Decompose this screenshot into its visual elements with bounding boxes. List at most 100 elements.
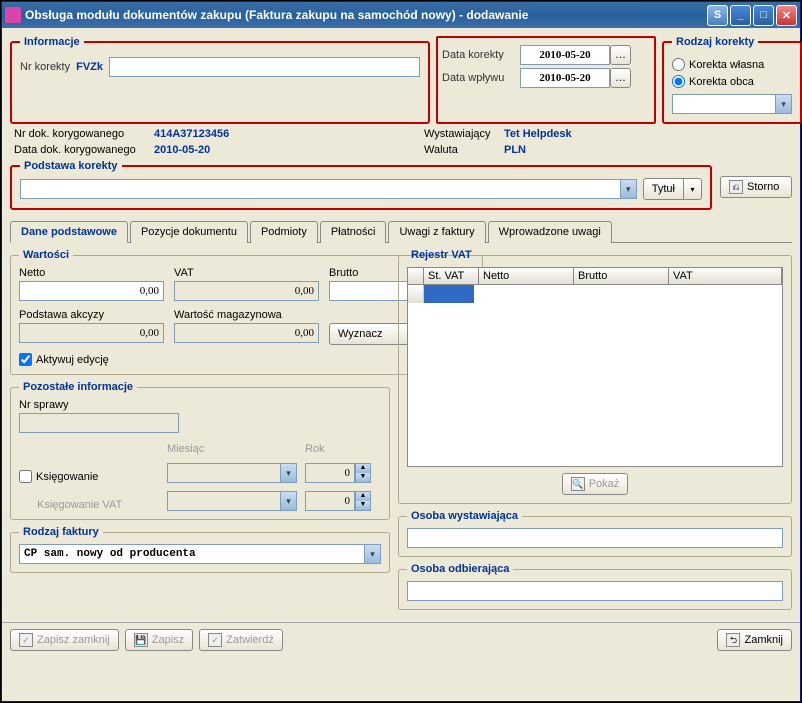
aktywuj-edycje-label: Aktywuj edycję	[36, 354, 109, 366]
pozostale-legend: Pozostałe informacje	[19, 381, 137, 393]
waluta-value: PLN	[504, 144, 526, 156]
netto-label: Netto	[19, 267, 164, 279]
vat-selected-cell[interactable]	[424, 285, 474, 303]
data-dok-label: Data dok. korygowanego	[14, 144, 154, 156]
vat-grid[interactable]: St. VAT Netto Brutto VAT	[407, 267, 783, 467]
rok-label: Rok	[305, 443, 375, 455]
spinner-up-icon: ▲	[356, 492, 370, 501]
nr-dok-value: 414A37123456	[154, 128, 229, 140]
close-icon: ⮌	[726, 633, 740, 647]
tab-podmioty[interactable]: Podmioty	[250, 221, 318, 243]
zapisz-zamknij-button: ✓ Zapisz zamknij	[10, 629, 119, 651]
tab-dane-podstawowe[interactable]: Dane podstawowe	[10, 221, 128, 243]
data-wplywu-picker-button[interactable]: …	[610, 68, 631, 88]
daty-group: Data korekty … Data wpływu …	[436, 36, 656, 124]
ksiegowanie-vat-label: Księgowanie VAT	[19, 499, 159, 511]
tab-bar: Dane podstawowe Pozycje dokumentu Podmio…	[10, 220, 792, 243]
netto-input[interactable]	[19, 281, 164, 301]
informacje-legend: Informacje	[20, 36, 84, 48]
magnifier-icon: 🔍	[571, 477, 585, 491]
nr-korekty-label: Nr korekty	[20, 61, 70, 73]
s-button[interactable]: S	[707, 5, 728, 26]
spinner-down-icon: ▼	[356, 501, 370, 510]
zamknij-button[interactable]: ⮌ Zamknij	[717, 629, 792, 651]
pozostale-group: Pozostałe informacje Nr sprawy Miesiąc R…	[10, 381, 390, 520]
close-button[interactable]: ✕	[776, 5, 797, 26]
rodzaj-korekty-group: Rodzaj korekty Korekta własna Korekta ob…	[662, 36, 802, 124]
data-wplywu-label: Data wpływu	[442, 72, 514, 84]
chevron-down-icon	[620, 180, 636, 198]
vat-col-vat[interactable]: VAT	[669, 268, 782, 284]
tytul-button[interactable]: Tytuł	[643, 178, 684, 200]
informacje-group: Informacje Nr korekty FVZk	[10, 36, 430, 124]
tab-platnosci[interactable]: Płatności	[320, 221, 387, 243]
ksiegowanie-label: Księgowanie	[36, 471, 98, 483]
podstawa-akcyzy-input	[19, 323, 164, 343]
nr-sprawy-input	[19, 413, 179, 433]
podstawa-dropdown[interactable]	[20, 179, 637, 199]
wartosci-legend: Wartości	[19, 249, 73, 261]
vat-input	[174, 281, 319, 301]
miesiac1-dropdown	[167, 463, 297, 483]
rodzaj-korekty-legend: Rodzaj korekty	[672, 36, 758, 48]
data-korekty-picker-button[interactable]: …	[610, 45, 631, 65]
rok1-spinner: ▲▼	[305, 463, 375, 483]
vat-col-stvat[interactable]: St. VAT	[424, 268, 479, 284]
data-dok-value: 2010-05-20	[154, 144, 210, 156]
aktywuj-edycje-checkbox[interactable]	[19, 353, 32, 366]
waluta-label: Waluta	[424, 144, 504, 156]
minimize-button[interactable]: _	[730, 5, 751, 26]
rejestr-vat-group: Rejestr VAT St. VAT Netto Brutto VAT	[398, 249, 792, 504]
rodzaj-korekty-dropdown[interactable]	[672, 94, 792, 114]
approve-icon: ✓	[208, 633, 222, 647]
tytul-dropdown-button[interactable]	[684, 178, 702, 200]
ksiegowanie-checkbox[interactable]	[19, 470, 32, 483]
osoba-wystawiajaca-group: Osoba wystawiająca	[398, 510, 792, 557]
wartosc-magazynowa-input	[174, 323, 319, 343]
osoba-wystawiajaca-input[interactable]	[407, 528, 783, 548]
podstawa-legend: Podstawa korekty	[20, 160, 122, 172]
rodzaj-faktury-group: Rodzaj faktury CP sam. nowy od producent…	[10, 526, 390, 573]
rodzaj-faktury-legend: Rodzaj faktury	[19, 526, 103, 538]
rejestr-vat-legend: Rejestr VAT	[407, 249, 476, 261]
tab-pozycje-dokumentu[interactable]: Pozycje dokumentu	[130, 221, 248, 243]
vat-col-rowheader	[408, 268, 424, 284]
app-icon	[5, 7, 21, 23]
maximize-button[interactable]: □	[753, 5, 774, 26]
nr-korekty-prefix: FVZk	[76, 61, 103, 73]
data-korekty-label: Data korekty	[442, 49, 514, 61]
window-title: Obsługa modułu dokumentów zakupu (Faktur…	[25, 8, 705, 22]
osoba-wyst-legend: Osoba wystawiająca	[407, 510, 522, 522]
vat-col-brutto[interactable]: Brutto	[574, 268, 669, 284]
tab-wprowadzone-uwagi[interactable]: Wprowadzone uwagi	[488, 221, 612, 243]
wartosc-magazynowa-label: Wartość magazynowa	[174, 309, 319, 321]
storno-button[interactable]: ⎌ Storno	[720, 176, 792, 198]
spinner-down-icon: ▼	[356, 473, 370, 482]
data-korekty-input[interactable]	[520, 45, 610, 65]
osoba-odbierajaca-group: Osoba odbierająca	[398, 563, 792, 610]
storno-icon: ⎌	[729, 180, 743, 194]
rodzaj-faktury-value: CP sam. nowy od producenta	[20, 548, 200, 560]
wystawiajacy-label: Wystawiający	[424, 128, 504, 140]
data-wplywu-input[interactable]	[520, 68, 610, 88]
miesiac-label: Miesiąc	[167, 443, 297, 455]
rodzaj-faktury-dropdown[interactable]: CP sam. nowy od producenta	[19, 544, 381, 564]
miesiac2-dropdown	[167, 491, 297, 511]
tab-uwagi-z-faktury[interactable]: Uwagi z faktury	[388, 221, 485, 243]
vat-col-netto[interactable]: Netto	[479, 268, 574, 284]
wystawiajacy-value: Tet Helpdesk	[504, 128, 572, 140]
korekta-obca-label: Korekta obca	[689, 76, 754, 88]
chevron-down-icon	[775, 95, 791, 113]
chevron-down-icon	[364, 545, 380, 563]
pokaz-button: 🔍 Pokaż	[562, 473, 629, 495]
chevron-down-icon	[280, 464, 296, 482]
podstawa-akcyzy-label: Podstawa akcyzy	[19, 309, 164, 321]
korekta-wlasna-radio[interactable]	[672, 58, 685, 71]
osoba-odbierajaca-input[interactable]	[407, 581, 783, 601]
nr-korekty-input[interactable]	[109, 57, 420, 77]
korekta-wlasna-label: Korekta własna	[689, 59, 764, 71]
zatwierdz-button: ✓ Zatwierdź	[199, 629, 283, 651]
rok2-spinner: ▲▼	[305, 491, 375, 511]
save-icon: 💾	[134, 633, 148, 647]
korekta-obca-radio[interactable]	[672, 75, 685, 88]
